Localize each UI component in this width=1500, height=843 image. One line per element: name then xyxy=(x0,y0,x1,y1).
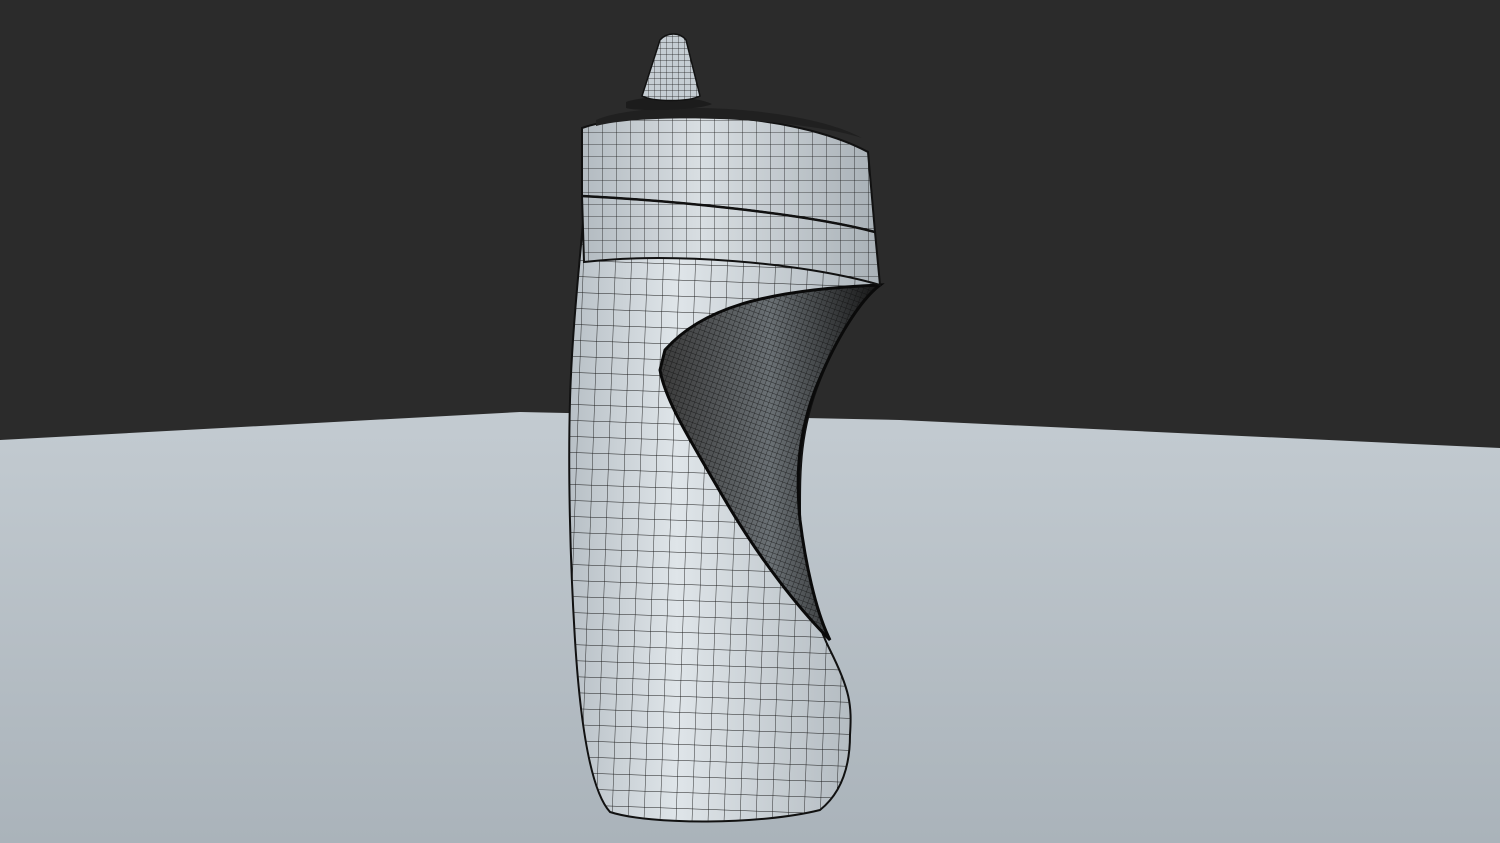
3d-viewport[interactable] xyxy=(0,0,1500,843)
render-scene xyxy=(0,0,1500,843)
